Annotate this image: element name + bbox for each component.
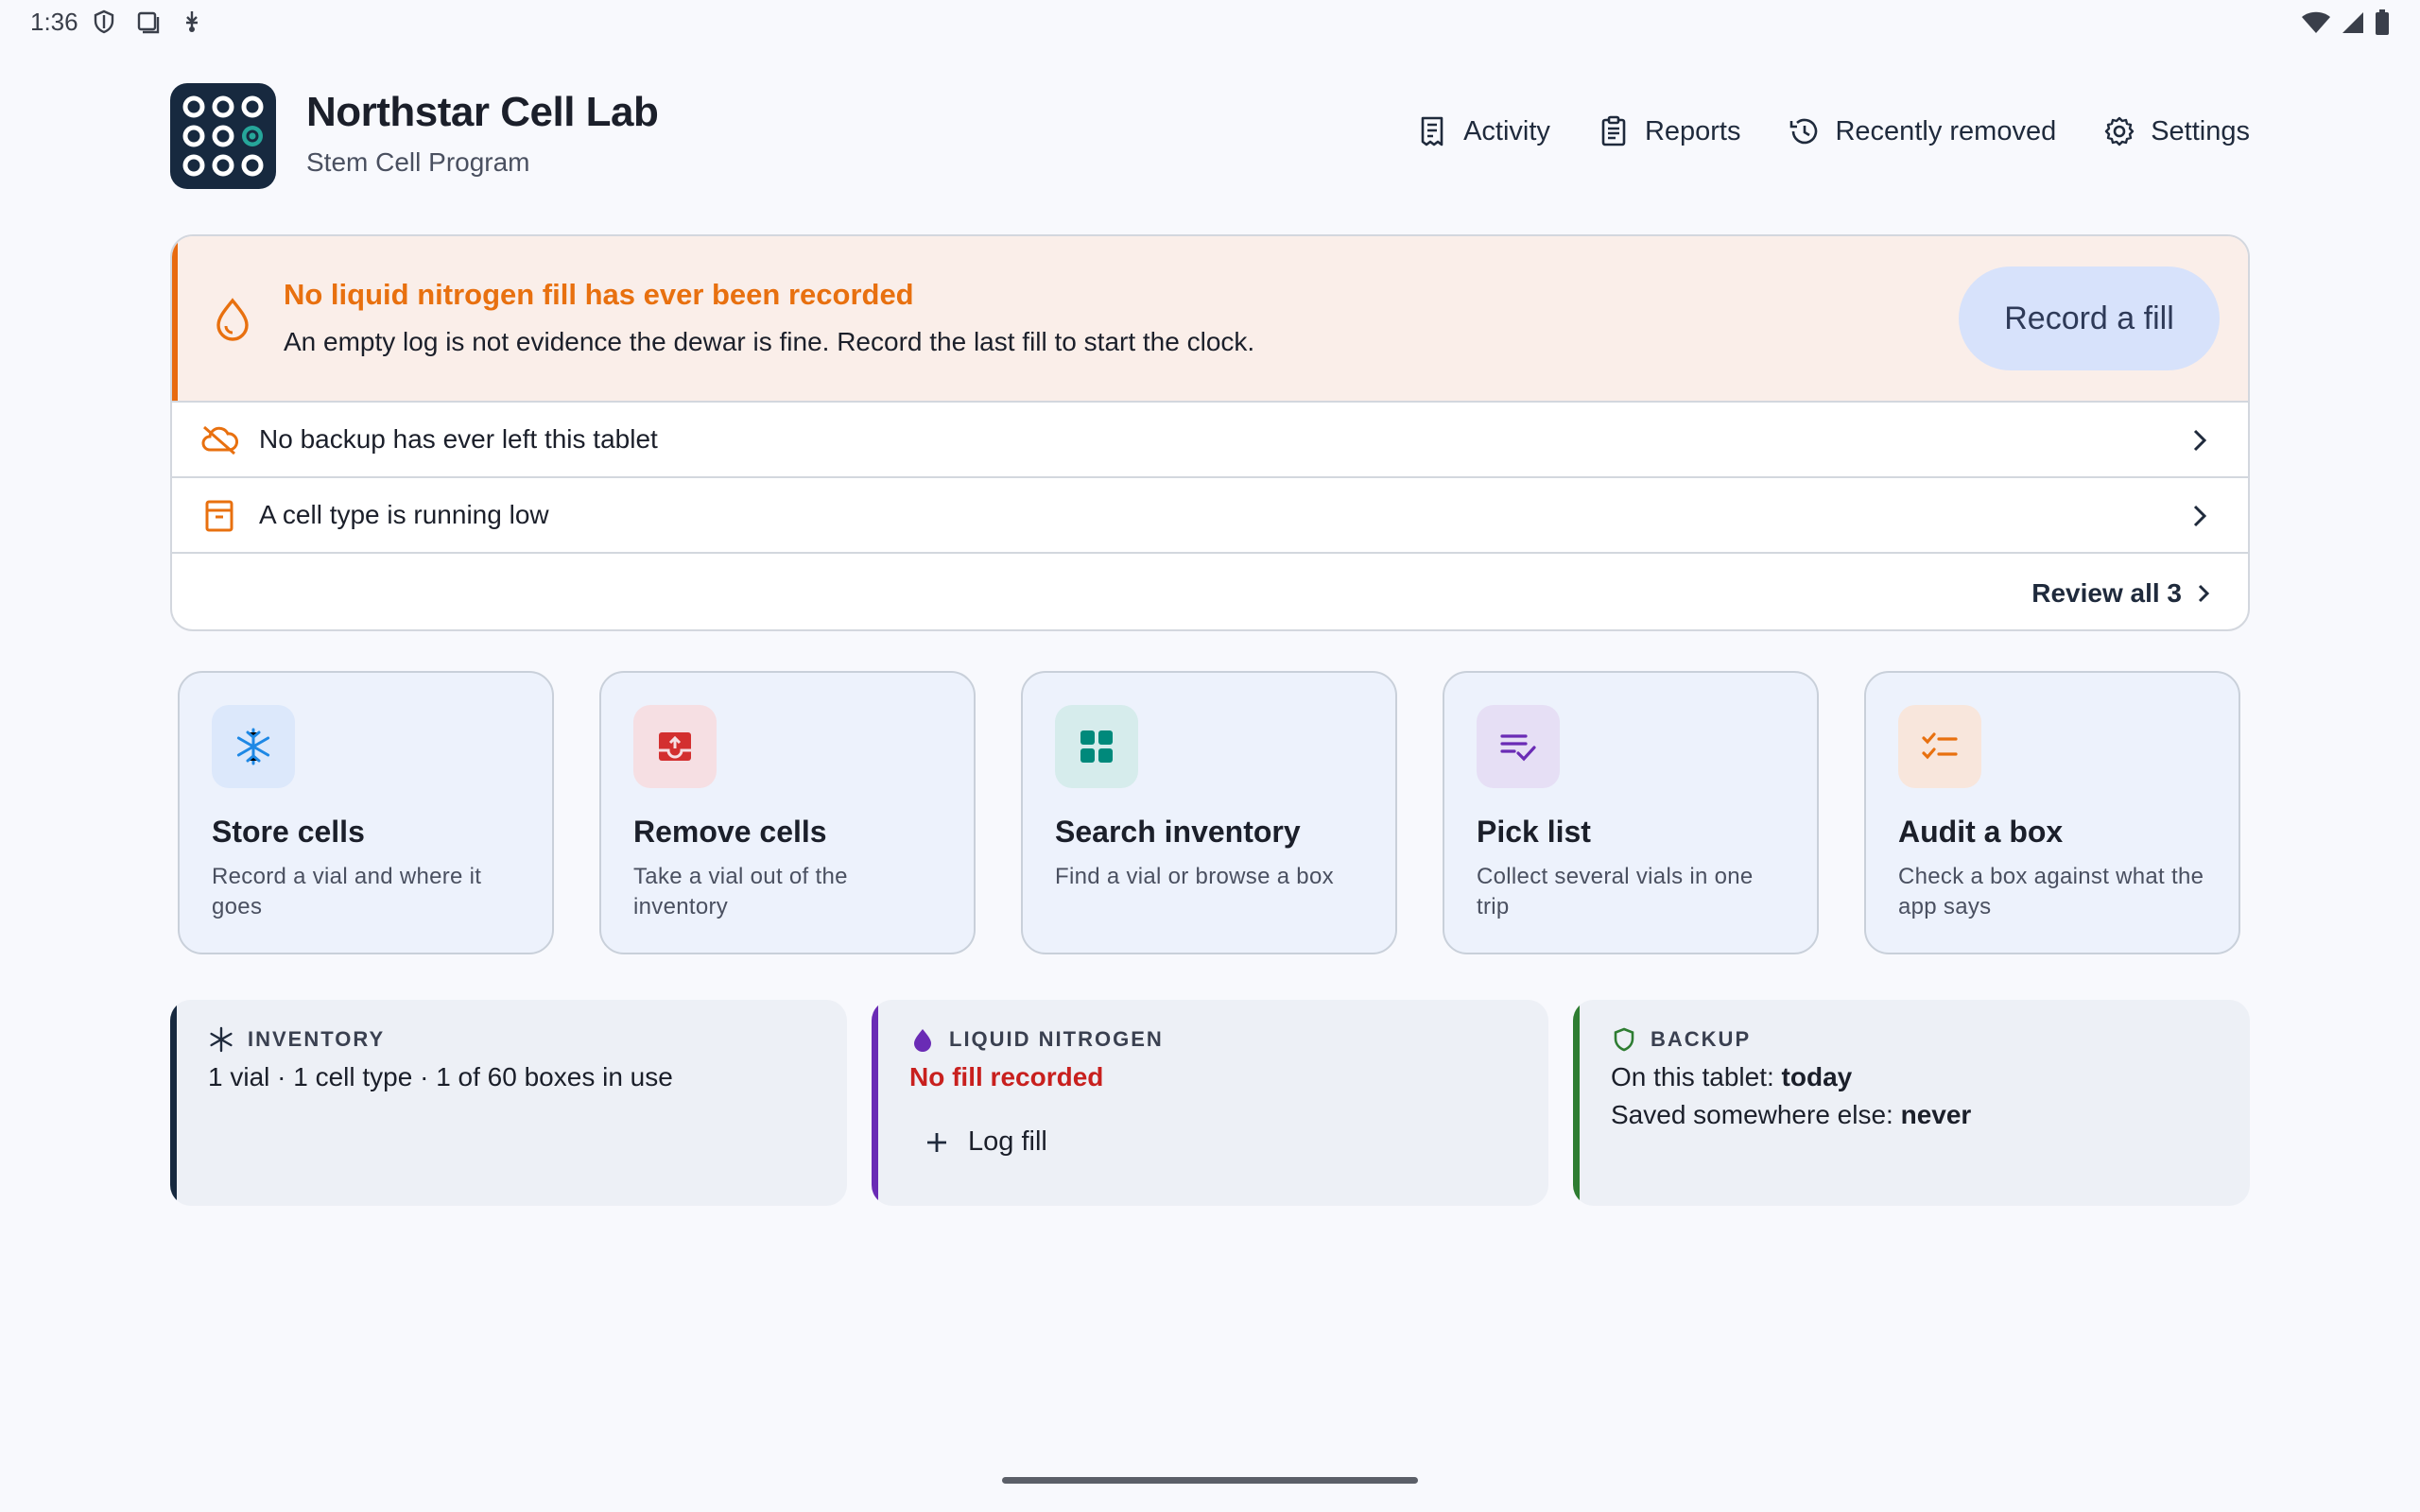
inventory-summary: 1 vial · 1 cell type · 1 of 60 boxes in …: [208, 1062, 673, 1091]
nitrogen-card[interactable]: LIQUID NITROGEN No fill recorded Log fil…: [872, 1000, 1548, 1206]
alert-text: An empty log is not evidence the dewar i…: [284, 327, 1255, 356]
review-all-link[interactable]: Review all 3: [2031, 578, 2212, 609]
action-store-cells-title: Store cells: [212, 815, 365, 849]
action-audit-box-title: Audit a box: [1898, 815, 2064, 849]
action-audit-box-desc: Check a box against what the app says: [1898, 864, 2204, 919]
gear-icon: [2105, 116, 2135, 146]
app-title: Northstar Cell Lab: [306, 89, 659, 135]
backup-card[interactable]: BACKUP On this tablet: today Saved somew…: [1573, 1000, 2250, 1206]
nitrogen-status: No fill recorded: [909, 1062, 1104, 1091]
action-search-inventory-title: Search inventory: [1055, 815, 1301, 849]
nav-settings[interactable]: Settings: [2103, 115, 2250, 147]
nav-recently-removed[interactable]: Recently removed: [1788, 115, 2056, 147]
alert-row-backup-label: No backup has ever left this tablet: [259, 424, 658, 454]
action-remove-cells[interactable]: Remove cells Take a vial out of the inve…: [599, 671, 976, 954]
status-bar: 1:36: [0, 0, 2420, 45]
review-all-label: Review all 3: [2031, 578, 2182, 608]
battery-icon: [2376, 9, 2389, 35]
nitrogen-alert: No liquid nitrogen fill has ever been re…: [172, 236, 2248, 403]
inventory-heading: INVENTORY: [208, 1026, 385, 1053]
action-remove-cells-desc: Take a vial out of the inventory: [633, 864, 848, 919]
backup-else-label: Saved somewhere else:: [1611, 1100, 1893, 1129]
app-logo: [170, 83, 276, 189]
archive-box-icon: [205, 500, 233, 532]
app-header: Northstar Cell Lab Stem Cell Program Act…: [170, 83, 2250, 189]
backup-tablet-line: On this tablet: today: [1611, 1062, 1852, 1092]
nav-activity-label: Activity: [1463, 115, 1550, 146]
audit-list-icon: [1898, 705, 1981, 788]
action-pick-list-title: Pick list: [1477, 815, 1591, 849]
chevron-right-icon: [2198, 584, 2210, 603]
receipt-icon: [1421, 116, 1443, 146]
backup-tablet-value: today: [1781, 1062, 1853, 1091]
summary-cards: INVENTORY 1 vial · 1 cell type · 1 of 60…: [170, 1000, 2250, 1206]
tray-out-icon: [633, 705, 717, 788]
signal-icon: [2342, 12, 2363, 33]
inventory-heading-label: INVENTORY: [248, 1027, 386, 1051]
action-store-cells-desc: Record a vial and where it goes: [212, 864, 482, 919]
nav-activity[interactable]: Activity: [1416, 115, 1550, 147]
shield-icon: [1614, 1027, 1634, 1052]
alert-row-backup[interactable]: No backup has ever left this tablet: [172, 403, 2248, 478]
grid-icon: [1055, 705, 1138, 788]
wifi-icon: [2302, 11, 2330, 33]
home-gesture-bar[interactable]: [1002, 1477, 1418, 1484]
snowflake-icon: [212, 705, 295, 788]
water-drop-icon: [216, 298, 249, 341]
record-fill-button[interactable]: Record a fill: [1959, 266, 2220, 370]
action-search-inventory[interactable]: Search inventory Find a vial or browse a…: [1021, 671, 1397, 954]
nav-recently-removed-label: Recently removed: [1835, 115, 2057, 146]
snowflake-icon: [210, 1026, 233, 1053]
backup-else-line: Saved somewhere else: never: [1611, 1100, 1971, 1130]
log-fill-label: Log fill: [968, 1126, 1047, 1157]
alert-row-low-stock[interactable]: A cell type is running low: [172, 478, 2248, 554]
nitrogen-heading: LIQUID NITROGEN: [909, 1026, 1164, 1053]
alerts-panel: No liquid nitrogen fill has ever been re…: [170, 234, 2250, 631]
nav-settings-label: Settings: [2151, 115, 2250, 146]
cloud-off-icon: [201, 425, 238, 455]
inventory-card[interactable]: INVENTORY 1 vial · 1 cell type · 1 of 60…: [170, 1000, 847, 1206]
action-audit-box[interactable]: Audit a box Check a box against what the…: [1864, 671, 2240, 954]
chevron-right-icon: [2193, 429, 2207, 452]
action-pick-list-desc: Collect several vials in one trip: [1477, 864, 1754, 919]
top-nav: Activity Reports Recently removed Settin…: [1416, 115, 2250, 147]
backup-tablet-label: On this tablet:: [1611, 1062, 1774, 1091]
app-subtitle: Stem Cell Program: [306, 147, 530, 177]
backup-heading-label: BACKUP: [1651, 1027, 1752, 1051]
history-icon: [1790, 118, 1818, 145]
action-store-cells[interactable]: Store cells Record a vial and where it g…: [178, 671, 554, 954]
action-pick-list[interactable]: Pick list Collect several vials in one t…: [1443, 671, 1819, 954]
water-drop-icon: [914, 1029, 931, 1052]
nitrogen-heading-label: LIQUID NITROGEN: [949, 1027, 1164, 1051]
shield-icon: [94, 9, 114, 34]
nav-reports[interactable]: Reports: [1598, 115, 1741, 147]
checklist-icon: [1477, 705, 1560, 788]
screen-icon: [137, 11, 160, 34]
alert-row-low-stock-label: A cell type is running low: [259, 500, 549, 529]
action-remove-cells-title: Remove cells: [633, 815, 827, 849]
backup-heading: BACKUP: [1611, 1026, 1751, 1053]
log-fill-button[interactable]: Log fill: [925, 1126, 1047, 1158]
alert-title: No liquid nitrogen fill has ever been re…: [284, 278, 914, 311]
action-search-inventory-desc: Find a vial or browse a box: [1055, 864, 1334, 889]
clipboard-icon: [1601, 115, 1626, 146]
usb-icon: [186, 11, 198, 32]
nav-reports-label: Reports: [1644, 115, 1741, 146]
chevron-right-icon: [2193, 505, 2207, 527]
backup-else-value: never: [1900, 1100, 1972, 1129]
status-time: 1:36: [30, 8, 78, 36]
plus-icon: [927, 1132, 946, 1152]
quick-actions: Store cells Record a vial and where it g…: [178, 671, 2242, 954]
